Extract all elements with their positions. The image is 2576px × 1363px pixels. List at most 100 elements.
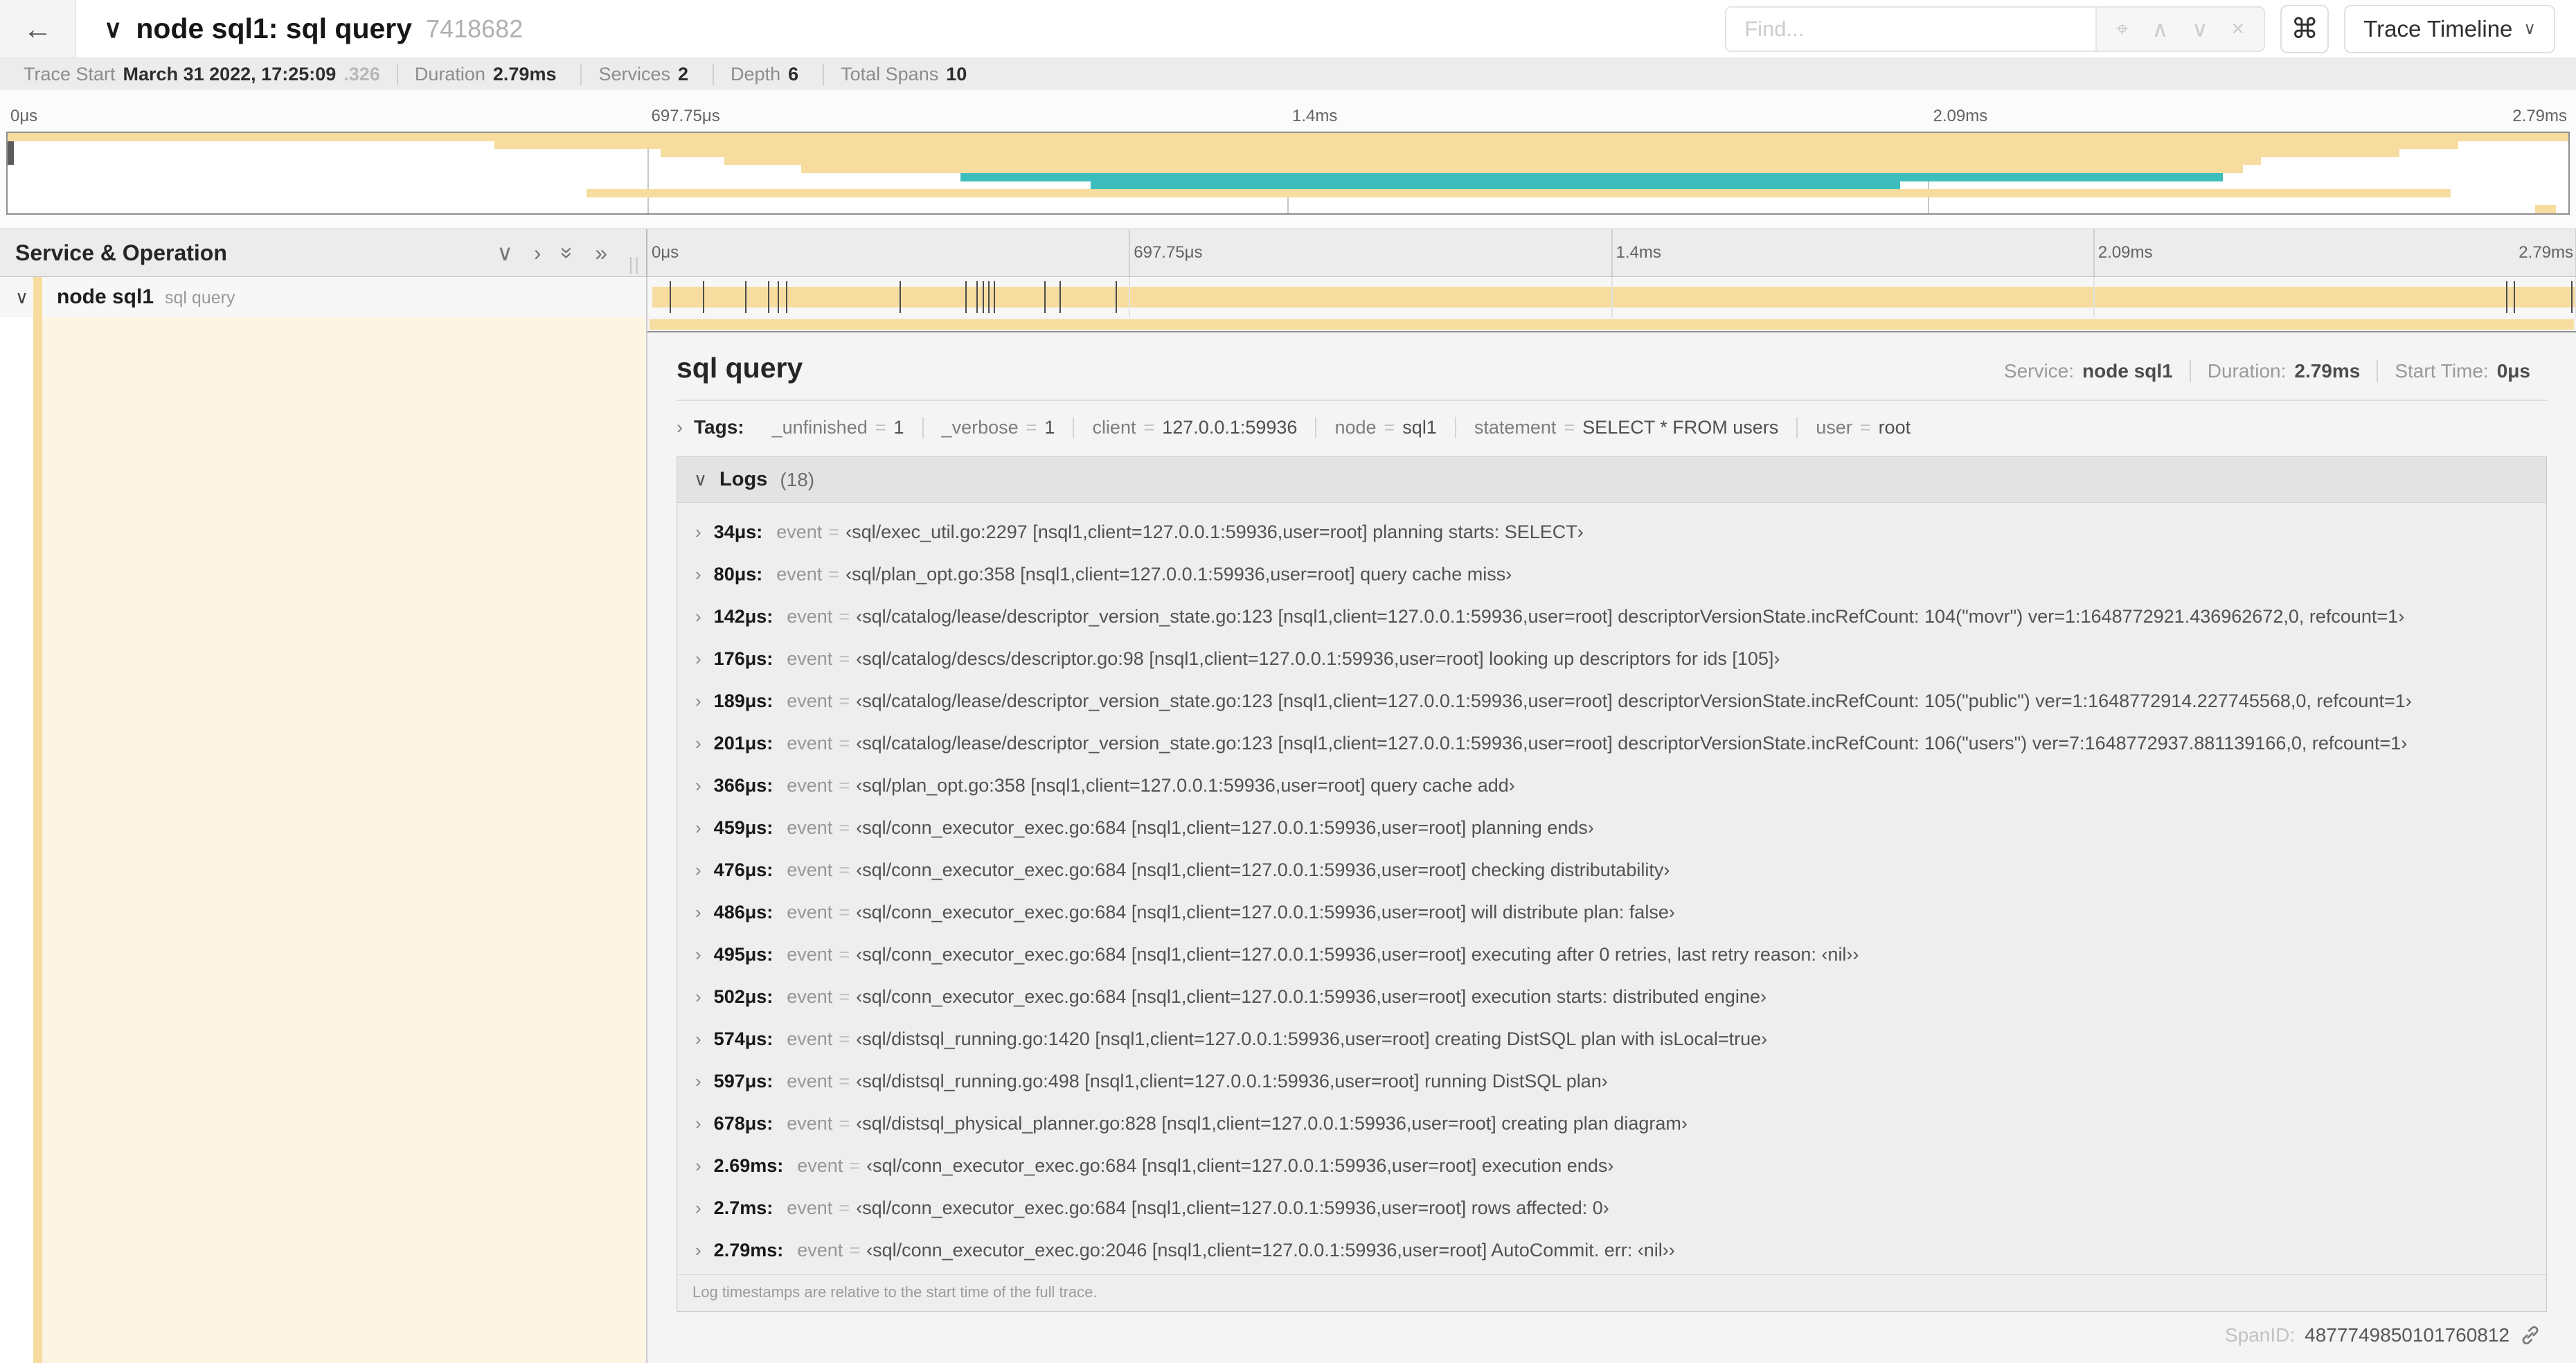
service-operation-title: Service & Operation [15,240,227,265]
log-row[interactable]: › 2.69ms: event = ‹sql/conn_executor_exe… [677,1145,2546,1187]
chevron-right-icon[interactable]: › [695,648,701,670]
chevron-right-icon[interactable]: › [695,1197,701,1219]
prev-match-icon[interactable]: ∧ [2152,16,2168,42]
log-field-key: event [787,1071,833,1092]
log-row[interactable]: › 502μs: event = ‹sql/conn_executor_exec… [677,976,2546,1018]
log-row[interactable]: › 678μs: event = ‹sql/distsql_physical_p… [677,1103,2546,1145]
back-button[interactable]: ← [0,0,76,57]
span-duration-bar[interactable] [652,287,2575,308]
chevron-right-icon[interactable]: › [695,944,701,965]
log-row[interactable]: › 2.79ms: event = ‹sql/conn_executor_exe… [677,1229,2546,1272]
log-marker-tick [2505,281,2507,313]
equals-sign: = [839,817,850,838]
logs-list: › 34μs: event = ‹sql/exec_util.go:2297 [… [677,503,2546,1274]
log-field-key: event [787,691,833,711]
bottom-area: sql query Service: node sql1 Duration: 2… [0,317,2576,1363]
log-row[interactable]: › 80μs: event = ‹sql/plan_opt.go:358 [ns… [677,553,2546,596]
collapse-one-icon[interactable]: ∨ [497,242,512,264]
link-icon[interactable] [2519,1324,2541,1346]
collapse-controls: ∨ › » » [497,242,607,264]
chevron-right-icon[interactable]: › [695,1028,701,1050]
equals-sign: = [839,986,850,1007]
keyboard-shortcuts-button[interactable]: ⌘ [2280,4,2329,53]
log-row[interactable]: › 495μs: event = ‹sql/conn_executor_exec… [677,934,2546,976]
summary-value: 2.79ms [492,63,557,84]
log-row[interactable]: › 366μs: event = ‹sql/plan_opt.go:358 [n… [677,765,2546,807]
log-field-value: ‹sql/conn_executor_exec.go:684 [nsql1,cl… [856,859,1670,880]
log-row[interactable]: › 597μs: event = ‹sql/distsql_running.go… [677,1060,2546,1103]
clear-search-icon[interactable]: × [2232,16,2245,42]
log-row[interactable]: › 574μs: event = ‹sql/distsql_running.go… [677,1018,2546,1060]
equals-sign: = [1143,417,1155,438]
log-field-value: ‹sql/distsql_running.go:1420 [nsql1,clie… [856,1028,1768,1049]
chevron-right-icon[interactable]: › [695,606,701,627]
log-marker-tick [965,281,967,313]
back-arrow-icon: ← [23,12,53,45]
chevron-down-icon[interactable]: ∨ [694,469,707,490]
log-row[interactable]: › 201μs: event = ‹sql/catalog/lease/desc… [677,722,2546,765]
log-field-value: ‹sql/catalog/descs/descriptor.go:98 [nsq… [856,648,1780,669]
expand-one-icon[interactable]: › [534,242,542,264]
minimap-canvas[interactable] [6,132,2570,215]
log-field-value: ‹sql/catalog/lease/descriptor_version_st… [856,606,2405,627]
log-row[interactable]: › 2.7ms: event = ‹sql/conn_executor_exec… [677,1187,2546,1229]
chevron-right-icon[interactable]: › [695,733,701,754]
chevron-down-icon[interactable]: ∨ [104,15,122,44]
expand-all-icon[interactable]: » [595,242,607,264]
meta-value: 0μs [2496,360,2530,382]
log-timestamp: 201μs: [713,733,773,754]
span-row-track[interactable] [647,277,2576,317]
chevron-down-icon[interactable]: ∨ [15,287,28,308]
chevron-right-icon[interactable]: › [695,1113,701,1134]
next-span-bar-partial[interactable] [650,319,2574,330]
tags-toggle-row[interactable]: › Tags: _unfinished = 1 _verbose = 1 cli… [677,411,2547,447]
log-field-value: ‹sql/catalog/lease/descriptor_version_st… [856,691,2412,711]
chevron-right-icon[interactable]: › [695,1155,701,1177]
log-row[interactable]: › 176μs: event = ‹sql/catalog/descs/desc… [677,638,2546,680]
span-detail-title: sql query [677,352,803,384]
chevron-right-icon[interactable]: › [695,902,701,923]
chevron-right-icon[interactable]: › [695,691,701,712]
log-row[interactable]: › 459μs: event = ‹sql/conn_executor_exec… [677,807,2546,849]
log-row[interactable]: › 189μs: event = ‹sql/catalog/lease/desc… [677,680,2546,722]
log-field-value: ‹sql/conn_executor_exec.go:684 [nsql1,cl… [866,1155,1614,1176]
equals-sign: = [849,1240,861,1260]
log-row[interactable]: › 142μs: event = ‹sql/catalog/lease/desc… [677,596,2546,638]
next-match-icon[interactable]: ∨ [2192,16,2208,42]
span-detail-panel: sql query Service: node sql1 Duration: 2… [647,331,2576,1363]
log-timestamp: 189μs: [713,691,773,711]
column-resize-grip[interactable]: || [628,253,641,275]
log-field-key: event [776,522,823,542]
log-timestamp: 80μs: [713,564,763,585]
ruler-tick-label: 697.75μs [1134,243,1203,262]
chevron-right-icon[interactable]: › [695,1071,701,1092]
chevron-right-icon[interactable]: › [695,775,701,796]
log-row[interactable]: › 476μs: event = ‹sql/conn_executor_exec… [677,849,2546,891]
chevron-right-icon[interactable]: › [695,859,701,881]
chevron-right-icon[interactable]: › [695,986,701,1008]
span-row-name-cell[interactable]: ∨ node sql1 sql query [0,277,647,317]
equals-sign: = [839,859,850,880]
log-row[interactable]: › 486μs: event = ‹sql/conn_executor_exec… [677,891,2546,934]
tag-item: user = root [1796,417,1929,438]
span-detail-meta: Service: node sql1 Duration: 2.79ms Star… [1987,360,2547,382]
chevron-right-icon[interactable]: › [695,564,701,585]
chevron-right-icon[interactable]: › [695,817,701,839]
locate-icon[interactable]: ⌖ [2116,16,2129,42]
chevron-right-icon[interactable]: › [695,1240,701,1261]
logs-toggle-header[interactable]: ∨ Logs (18) [677,457,2546,503]
log-marker-tick [899,281,901,313]
tag-key: _unfinished [771,417,868,438]
find-input[interactable] [1726,7,2095,51]
chevron-right-icon[interactable]: › [677,417,683,438]
logs-count: (18) [780,468,815,490]
collapse-all-icon[interactable]: » [555,247,580,259]
tag-value: 1 [893,417,904,438]
log-row[interactable]: › 34μs: event = ‹sql/exec_util.go:2297 [… [677,511,2546,553]
span-row[interactable]: ∨ node sql1 sql query [0,277,2576,317]
chevron-right-icon[interactable]: › [695,522,701,543]
log-field-key: event [787,775,833,796]
find-suffix-buttons: ⌖ ∧ ∨ × [2095,7,2264,51]
view-selector-button[interactable]: Trace Timeline ∨ [2344,4,2555,53]
ruler-tick-label: 1.4ms [1292,107,1338,125]
